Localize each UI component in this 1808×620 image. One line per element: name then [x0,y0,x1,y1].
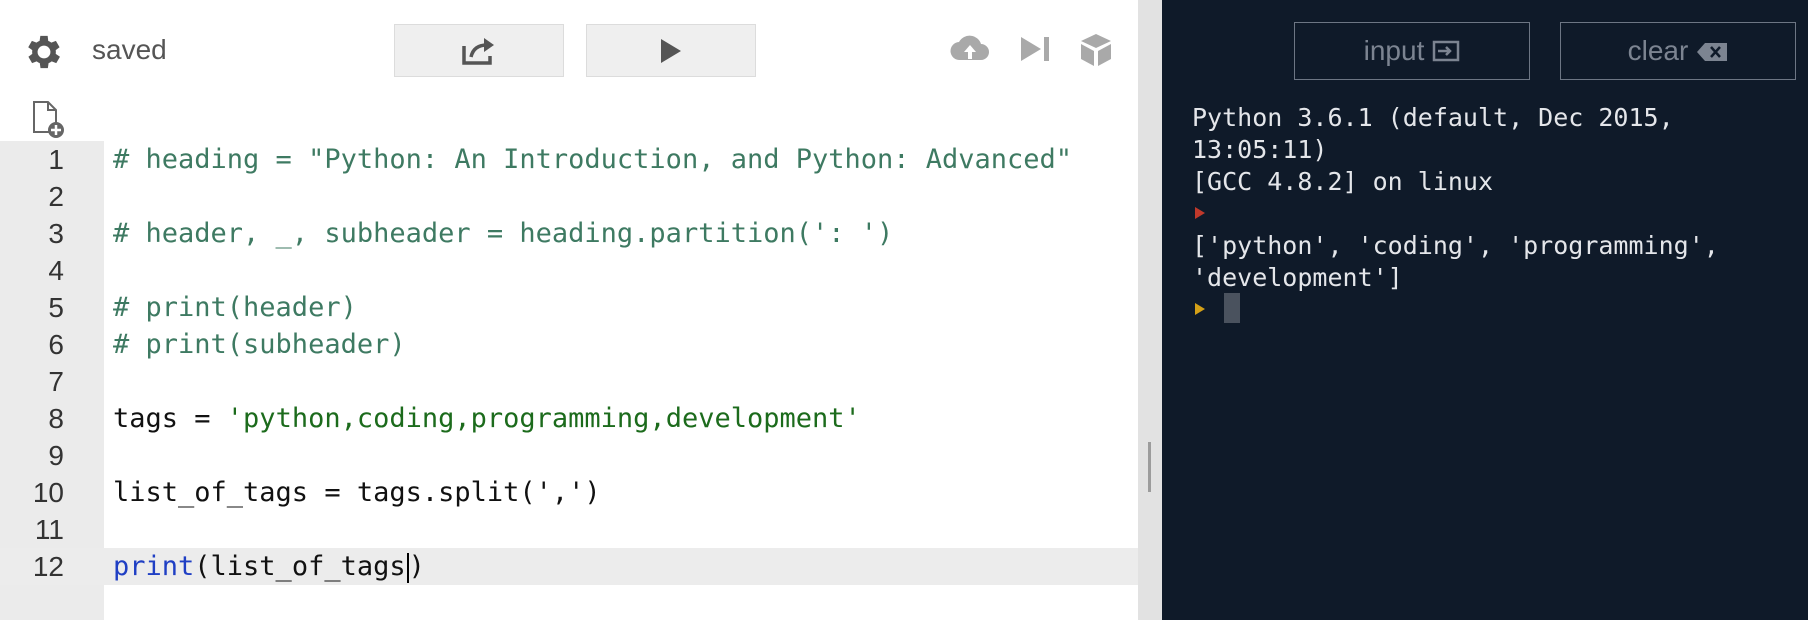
editor-pane: saved 1 # heading = "Python: An Introduc… [0,0,1138,620]
console-banner: Python 3.6.1 (default, Dec 2015, [1192,103,1674,132]
play-icon [661,38,681,63]
code-line[interactable]: 10 list_of_tags = tags.split(',') [0,474,1138,511]
cloud-upload-icon[interactable] [950,32,990,66]
input-button[interactable]: input [1294,22,1530,80]
line-number: 11 [34,514,64,545]
code-line[interactable]: 11 [0,511,1138,548]
input-icon [1432,25,1460,80]
code-text[interactable]: # heading = "Python: An Introduction, an… [113,141,1072,178]
line-number: 8 [48,403,64,434]
code-editor[interactable]: 1 # heading = "Python: An Introduction, … [0,141,1138,591]
code-text[interactable]: # header, _, subheader = heading.partiti… [113,215,893,252]
code-text[interactable]: list_of_tags = tags.split(',') [113,474,601,511]
code-line[interactable]: 7 [0,363,1138,400]
save-status: saved [92,34,167,65]
text-cursor [406,552,409,583]
pane-divider[interactable] [1138,0,1162,620]
line-number: 3 [48,218,64,249]
gear-icon[interactable] [22,30,66,74]
console-banner: [GCC 4.8.2] on linux [1192,167,1494,196]
clear-button-label: clear [1627,35,1689,66]
prompt-icon [1195,303,1205,315]
code-line[interactable]: 8 tags = 'python,coding,programming,deve… [0,400,1138,437]
code-text[interactable]: print(list_of_tags) [113,548,425,585]
run-button[interactable] [586,24,756,77]
backspace-icon [1696,25,1728,80]
resize-handle[interactable] [1148,442,1151,492]
package-icon[interactable] [1078,32,1114,68]
line-number: 9 [48,440,64,471]
code-line[interactable]: 6 # print(subheader) [0,326,1138,363]
code-line[interactable]: 5 # print(header) [0,289,1138,326]
console-pane[interactable]: input clear Python 3.6.1 (default, Dec 2… [1162,0,1808,620]
step-forward-icon[interactable] [1018,32,1052,66]
line-number: 2 [48,181,64,212]
code-line[interactable]: 2 [0,178,1138,215]
new-file-icon[interactable] [30,100,66,140]
console-output: ['python', 'coding', 'programming', [1192,231,1719,260]
code-text[interactable]: # print(header) [113,289,357,326]
line-number: 6 [48,329,64,360]
prompt-icon [1195,207,1205,219]
line-number: 12 [32,551,64,582]
console-cursor[interactable] [1224,293,1240,323]
line-number: 1 [48,144,64,175]
code-text[interactable]: tags = 'python,coding,programming,develo… [113,400,861,437]
console-banner: 13:05:11) [1192,135,1328,164]
line-number: 7 [48,366,64,397]
active-code-line[interactable]: 12 print(list_of_tags) [0,548,1138,585]
line-number: 4 [48,255,64,286]
code-line[interactable]: 3 # header, _, subheader = heading.parti… [0,215,1138,252]
code-line[interactable]: 1 # heading = "Python: An Introduction, … [0,141,1138,178]
clear-button[interactable]: clear [1560,22,1796,80]
input-button-label: input [1363,35,1425,66]
code-line[interactable]: 9 [0,437,1138,474]
code-line[interactable]: 4 [0,252,1138,289]
code-text[interactable]: # print(subheader) [113,326,406,363]
line-number: 5 [48,292,64,323]
console-output: 'development'] [1192,263,1403,292]
share-button[interactable] [394,24,564,77]
editor-toolbar: saved [0,0,1138,100]
line-number: 10 [32,477,64,508]
share-icon [462,37,494,65]
